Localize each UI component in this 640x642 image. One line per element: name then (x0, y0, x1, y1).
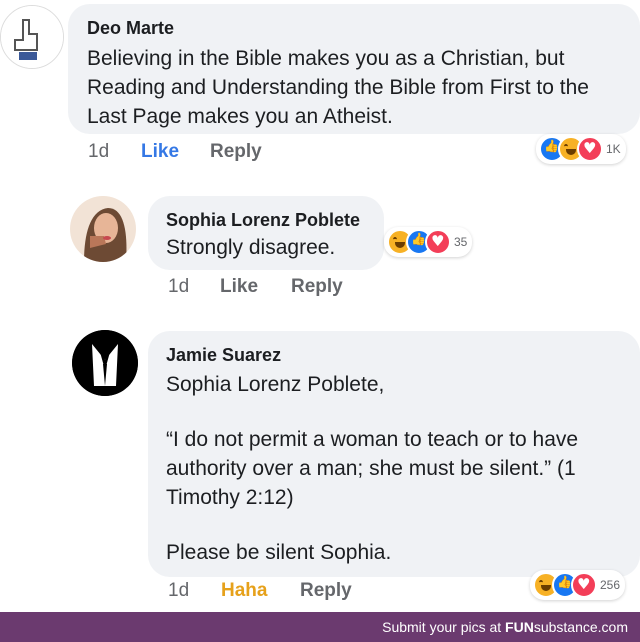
reaction-summary-2[interactable]: 35 (384, 227, 473, 257)
haha-button[interactable]: Haha (221, 580, 267, 602)
love-reaction-icon (571, 572, 597, 598)
timestamp: 1d (168, 276, 190, 297)
like-button[interactable]: Like (220, 276, 258, 298)
watermark-bar: Submit your pics at FUNsubstance.com (0, 612, 640, 642)
comment-text: Strongly disagree. (166, 233, 335, 262)
reply-button[interactable]: Reply (291, 276, 343, 298)
watermark-brand-bold: FUN (505, 619, 534, 635)
reaction-summary-3[interactable]: 256 (530, 570, 626, 600)
avatar-deo-marte[interactable] (0, 5, 64, 69)
comment-line: Believing in the Bible makes you as a Ch… (87, 47, 565, 70)
love-reaction-icon (425, 229, 451, 255)
suit-silhouette-icon (72, 330, 138, 396)
reaction-count: 35 (454, 235, 468, 249)
comment-author[interactable]: Sophia Lorenz Poblete (166, 210, 360, 231)
watermark-brand-rest: substance.com (533, 619, 628, 635)
comment-line: Strongly disagree. (166, 236, 336, 259)
timestamp: 1d (168, 580, 190, 601)
reply-button[interactable]: Reply (210, 141, 262, 163)
reaction-summary-1[interactable]: 1K (536, 134, 626, 164)
comment-line: authority over a man; she must be silent… (166, 457, 576, 480)
comment-text: Believing in the Bible makes you as a Ch… (87, 44, 637, 131)
comment-author[interactable]: Jamie Suarez (166, 345, 281, 366)
comment-line: Last Page makes you an Atheist. (87, 105, 393, 128)
comment-bubble-1: Deo Marte Believing in the Bible makes y… (68, 4, 640, 134)
watermark-prefix: Submit your pics at (382, 619, 506, 635)
comment-line: “I do not permit a woman to teach or to … (166, 428, 579, 451)
comment-line: Please be silent Sophia. (166, 541, 392, 564)
comment-line: Timothy 2:12) (166, 486, 294, 509)
timestamp: 1d (88, 141, 110, 162)
like-button[interactable]: Like (141, 141, 179, 163)
reaction-count: 256 (600, 578, 621, 592)
comment-line: Reading and Understanding the Bible from… (87, 76, 589, 99)
comment-line (166, 399, 636, 425)
avatar-sophia[interactable] (70, 196, 136, 262)
profile-photo-icon (70, 196, 136, 262)
comment-bubble-2: Sophia Lorenz Poblete Strongly disagree. (148, 196, 384, 270)
comment-line (166, 512, 636, 538)
comment-author[interactable]: Deo Marte (87, 18, 174, 39)
love-reaction-icon (577, 136, 603, 162)
comment-bubble-3: Jamie Suarez Sophia Lorenz Poblete, “I d… (148, 331, 640, 577)
reply-button[interactable]: Reply (300, 580, 352, 602)
reaction-count: 1K (606, 142, 621, 156)
comment-line: Sophia Lorenz Poblete, (166, 373, 385, 396)
hand-pointing-up-icon (1, 6, 63, 68)
comment-text: Sophia Lorenz Poblete, “I do not permit … (166, 370, 636, 567)
avatar-jamie[interactable] (72, 330, 138, 396)
watermark-text: Submit your pics at FUNsubstance.com (382, 619, 628, 635)
